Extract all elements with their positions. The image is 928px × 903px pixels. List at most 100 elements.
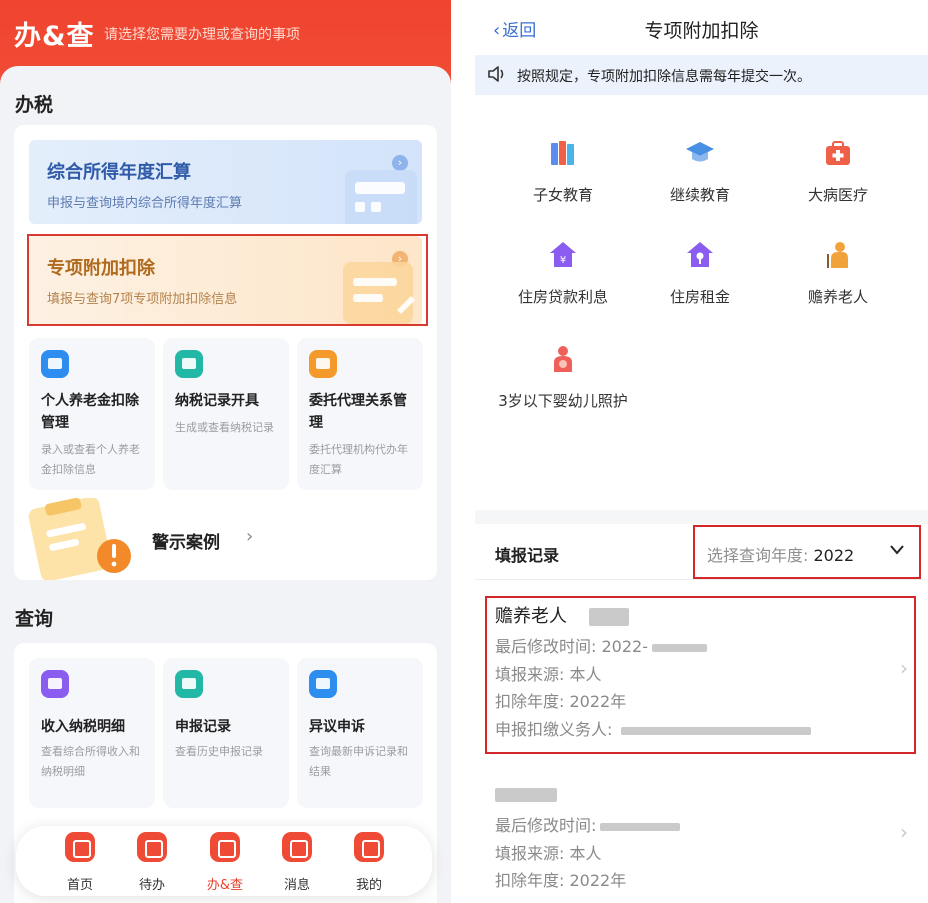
section-divider bbox=[475, 510, 928, 524]
query-appeal[interactable]: 异议申诉 查询最新申诉记录和结果 bbox=[297, 658, 423, 808]
speaker-icon bbox=[488, 66, 504, 82]
category-label: 3岁以下婴幼儿照护 bbox=[498, 392, 628, 410]
house-yuan-icon: ¥ bbox=[550, 242, 576, 267]
record-name bbox=[495, 784, 557, 805]
year-selector[interactable]: 选择查询年度: 2022 bbox=[693, 525, 921, 579]
year-selector-text: 选择查询年度: bbox=[707, 546, 809, 565]
page-subtitle: 请选择您需要办理或查询的事项 bbox=[104, 27, 300, 43]
highlight-box bbox=[485, 596, 916, 754]
year-selector-label: 选择查询年度: 2022 bbox=[707, 542, 854, 566]
nav-label: 首页 bbox=[66, 878, 93, 893]
house-key-icon bbox=[687, 242, 713, 267]
bottom-nav: 首页 待办 办&查 消息 我的 bbox=[16, 826, 432, 896]
agent-icon bbox=[309, 350, 337, 378]
redacted-block bbox=[495, 788, 557, 802]
nav-label: 消息 bbox=[283, 878, 310, 893]
appeal-icon bbox=[309, 670, 337, 698]
clipboard-warning-icon bbox=[28, 498, 131, 580]
handle-query-icon bbox=[210, 832, 240, 862]
annual-settlement-banner[interactable]: 综合所得年度汇算 申报与查询境内综合所得年度汇算 › bbox=[29, 140, 422, 224]
records-header: 填报记录 选择查询年度: 2022 bbox=[475, 524, 928, 580]
redacted-block bbox=[600, 822, 681, 831]
record-year: 扣除年度: 2022年 bbox=[495, 871, 627, 890]
category-continuing-education[interactable]: 继续教育 bbox=[625, 138, 775, 208]
notice-bar: 按照规定，专项附加扣除信息需每年提交一次。 bbox=[475, 55, 928, 95]
nav-todo[interactable]: 待办 bbox=[120, 832, 184, 893]
page-title: 办&查 bbox=[14, 21, 95, 52]
query-desc: 查看综合所得收入和纳税明细 bbox=[41, 745, 140, 778]
banner-title: 综合所得年度汇算 bbox=[47, 162, 191, 183]
warning-cases-entry[interactable]: 警示案例 › bbox=[14, 498, 437, 580]
service-title: 纳税记录开具 bbox=[175, 393, 259, 409]
query-title: 收入纳税明细 bbox=[41, 719, 125, 735]
service-desc: 委托代理机构代办年度汇算 bbox=[309, 443, 408, 476]
service-desc: 录入或查看个人养老金扣除信息 bbox=[41, 443, 140, 476]
section-title-query: 查询 bbox=[15, 608, 54, 630]
category-housing-rent[interactable]: 住房租金 bbox=[625, 240, 775, 310]
medical-kit-icon bbox=[826, 141, 850, 165]
category-label: 继续教育 bbox=[669, 186, 730, 204]
nav-bar: ‹ 返回 专项附加扣除 bbox=[475, 0, 928, 55]
record-modified: 最后修改时间: bbox=[495, 812, 681, 836]
baby-care-icon bbox=[554, 346, 572, 372]
section-title-tax: 办税 bbox=[15, 94, 54, 116]
category-label: 赡养老人 bbox=[807, 288, 868, 306]
highlight-box bbox=[27, 234, 428, 326]
nav-profile[interactable]: 我的 bbox=[337, 832, 401, 893]
service-desc: 生成或查看纳税记录 bbox=[175, 421, 274, 434]
elder-icon bbox=[827, 242, 848, 268]
service-tax-record[interactable]: 纳税记录开具 生成或查看纳税记录 bbox=[163, 338, 289, 490]
record-modified-text: 最后修改时间: bbox=[495, 816, 597, 835]
query-title: 异议申诉 bbox=[309, 719, 365, 735]
home-icon bbox=[65, 832, 95, 862]
year-value: 2022 bbox=[813, 546, 855, 565]
handle-query-screen: 办&查 请选择您需要办理或查询的事项 办税 综合所得年度汇算 申报与查询境内综合… bbox=[0, 0, 451, 903]
chevron-down-icon bbox=[890, 545, 904, 555]
records-title: 填报记录 bbox=[495, 546, 560, 565]
category-infant-care[interactable]: 3岁以下婴幼儿照护 bbox=[488, 344, 638, 414]
query-desc: 查看历史申报记录 bbox=[175, 745, 263, 758]
nav-label: 办&查 bbox=[206, 878, 244, 893]
service-agent[interactable]: 委托代理关系管理 委托代理机构代办年度汇算 bbox=[297, 338, 423, 490]
declare-record-icon bbox=[175, 670, 203, 698]
calculator-icon bbox=[345, 170, 417, 224]
query-declare-record[interactable]: 申报记录 查看历史申报记录 bbox=[163, 658, 289, 808]
category-serious-illness[interactable]: 大病医疗 bbox=[763, 138, 913, 208]
svg-text:¥: ¥ bbox=[560, 255, 566, 266]
service-title: 个人养老金扣除管理 bbox=[41, 393, 139, 431]
page-title: 专项附加扣除 bbox=[644, 20, 759, 42]
category-label: 住房贷款利息 bbox=[517, 288, 608, 306]
tax-record-icon bbox=[175, 350, 203, 378]
query-income[interactable]: 收入纳税明细 查看综合所得收入和纳税明细 bbox=[29, 658, 155, 808]
query-desc: 查询最新申诉记录和结果 bbox=[309, 745, 408, 778]
category-label: 大病医疗 bbox=[807, 186, 868, 204]
special-deduction-screen: ‹ 返回 专项附加扣除 按照规定，专项附加扣除信息需每年提交一次。 子女教育 继续… bbox=[475, 0, 928, 903]
category-elder-support[interactable]: 赡养老人 bbox=[763, 240, 913, 310]
query-title: 申报记录 bbox=[175, 719, 231, 735]
category-child-education[interactable]: 子女教育 bbox=[488, 138, 638, 208]
pension-icon bbox=[41, 350, 69, 378]
service-pension[interactable]: 个人养老金扣除管理 录入或查看个人养老金扣除信息 bbox=[29, 338, 155, 490]
category-label: 住房租金 bbox=[669, 288, 730, 306]
nav-label: 待办 bbox=[138, 878, 165, 893]
notice-text: 按照规定，专项附加扣除信息需每年提交一次。 bbox=[517, 69, 811, 85]
nav-label: 我的 bbox=[355, 878, 382, 893]
graduation-cap-icon bbox=[686, 142, 714, 162]
chevron-right-icon: › bbox=[246, 526, 254, 547]
nav-handle-query[interactable]: 办&查 bbox=[193, 832, 257, 893]
banner-desc: 申报与查询境内综合所得年度汇算 bbox=[47, 196, 243, 211]
nav-message[interactable]: 消息 bbox=[265, 832, 329, 893]
chevron-right-icon: › bbox=[900, 820, 908, 844]
record-item[interactable]: 最后修改时间: 填报来源: 本人 扣除年度: 2022年 › bbox=[475, 770, 928, 903]
profile-icon bbox=[354, 832, 384, 862]
category-label: 子女教育 bbox=[532, 186, 593, 204]
warning-label: 警示案例 bbox=[152, 533, 220, 553]
service-title: 委托代理关系管理 bbox=[309, 393, 407, 431]
message-icon bbox=[282, 832, 312, 862]
books-icon bbox=[551, 141, 574, 165]
record-source: 填报来源: 本人 bbox=[495, 844, 602, 863]
income-icon bbox=[41, 670, 69, 698]
category-housing-loan[interactable]: ¥ 住房贷款利息 bbox=[488, 240, 638, 310]
todo-icon bbox=[137, 832, 167, 862]
nav-home[interactable]: 首页 bbox=[48, 832, 112, 893]
